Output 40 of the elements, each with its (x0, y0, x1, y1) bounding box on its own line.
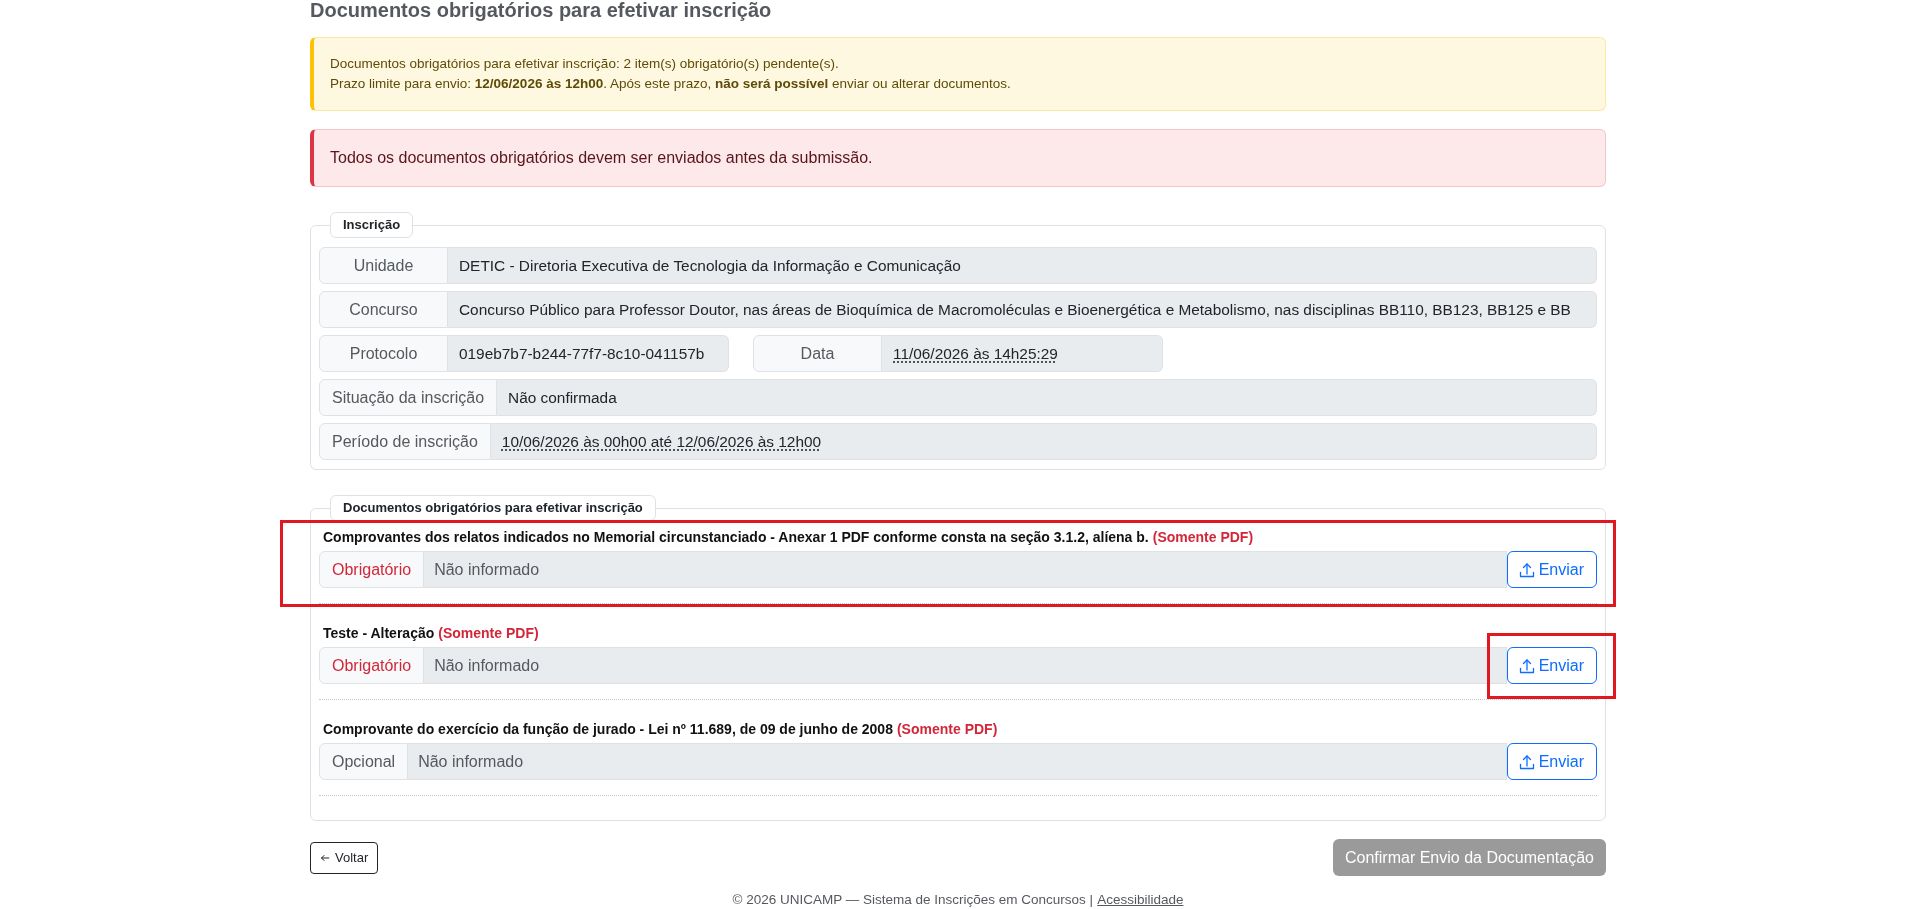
upload-button[interactable]: Enviar (1506, 647, 1597, 684)
upload-button[interactable]: Enviar (1506, 551, 1597, 588)
field-label: Concurso (319, 291, 448, 328)
field-label: Situação da inscrição (319, 379, 498, 416)
field-value: DETIC - Diretoria Executiva de Tecnologia da Informação e Comunicação (448, 247, 1597, 284)
file-type-note: (Somente PDF) (1152, 529, 1254, 545)
alert-text: Documentos obrigatórios para efetivar inscrição: 2 item(s) obrigatório(s) pendente(s). (330, 55, 840, 73)
footer-text: © 2026 UNICAMP — Sistema de Inscrições em Concursos | (732, 892, 1094, 907)
requirement-label: Obrigatório (319, 551, 425, 588)
field-label: Unidade (319, 247, 448, 284)
upload-button[interactable]: Enviar (1506, 743, 1597, 780)
field-value: 10/06/2026 às 00h00 até 12/06/2026 às 12h00 (490, 423, 1597, 460)
field-value: Concurso Público para Professor Doutor, nas áreas de Bioquímica de Macromoléculas e Bioenergética e Metabolismo, nas disciplinas BB110, BB123, BB125 e BB (448, 291, 1597, 328)
file-status-field: Não informado (424, 551, 1507, 588)
upload-icon (1518, 657, 1535, 674)
file-type-note: (Somente PDF) (438, 625, 539, 641)
back-button[interactable]: Voltar (310, 841, 379, 874)
file-type-note: (Somente PDF) (896, 721, 998, 737)
alert-text: Prazo limite para envio: 12/06/2026 às 12h00. Após este prazo, não será possível enviar ou alterar documentos. (330, 75, 1012, 93)
alert-text: Todos os documentos obrigatórios devem ser enviados antes da submissão. (330, 148, 874, 168)
accessibility-link[interactable]: Acessibilidade (1097, 892, 1184, 907)
field-label: Protocolo (319, 335, 448, 372)
field-value: 11/06/2026 às 14h25:29 (882, 335, 1163, 372)
field-label: Data (753, 335, 882, 372)
requirement-label: Opcional (319, 743, 409, 780)
left-arrow-icon (320, 852, 330, 863)
field-label: Período de inscrição (319, 423, 491, 460)
page-heading: Documentos obrigatórios para efetivar inscrição (310, 0, 773, 20)
field-value: 019eb7b7-b244-77f7-8c10-041157b (448, 335, 729, 372)
file-status-field: Não informado (408, 743, 1507, 780)
field-value: Não confirmada (497, 379, 1597, 416)
document-title: Teste - Alteração (323, 625, 435, 641)
document-title: Comprovantes dos relatos indicados no Memorial circunstanciado - Anexar 1 PDF conforme consta na seção 3.1.2, alíena b. (323, 529, 1149, 545)
section-legend: Documentos obrigatórios para efetivar inscrição (330, 495, 656, 521)
upload-icon (1518, 561, 1535, 578)
file-status-field: Não informado (424, 647, 1507, 684)
requirement-label: Obrigatório (319, 647, 425, 684)
section-legend: Inscrição (330, 212, 414, 238)
document-title: Comprovante do exercício da função de jurado - Lei nº 11.689, de 09 de junho de 2008 (323, 721, 893, 737)
upload-icon (1518, 753, 1535, 770)
